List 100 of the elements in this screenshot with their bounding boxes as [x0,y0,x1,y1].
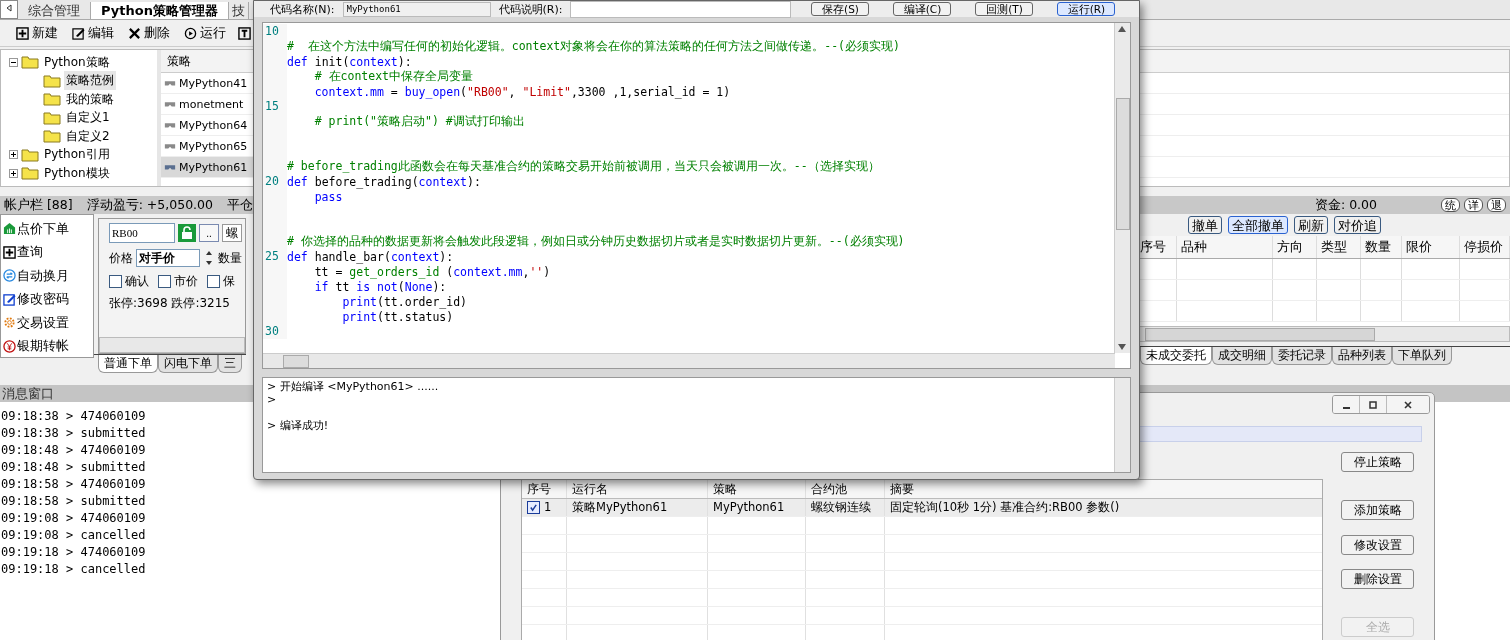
checkbox[interactable] [527,501,540,514]
dialog-button[interactable]: 停止策略 [1341,452,1414,472]
tab[interactable]: 品种列表 [1332,347,1392,365]
table-cell: MyPython61 [708,499,806,516]
quantity-label: 数量 [218,249,242,267]
edit-icon [3,292,16,306]
expander-icon[interactable] [9,168,18,178]
expander-icon[interactable] [9,150,18,160]
tab[interactable]: 闪电下单 [158,355,218,373]
browse-button[interactable]: .. [199,224,219,242]
order-button[interactable]: 对价追 [1334,216,1381,234]
account-button[interactable]: 退 [1487,198,1506,212]
checkbox[interactable] [109,275,122,288]
tree-item[interactable]: Python模块 [42,163,112,183]
code-line: # 在context中保存全局变量 [313,69,473,84]
code-line: # 你选择的品种的数据更新将会触发此段逻辑，例如日或分钟历史数据切片或者是实时数据切片更新。--(必须实现) [287,234,905,249]
toolbar-button[interactable]: 编辑 [70,23,116,43]
code-line: def before_trading(context): [287,174,481,189]
tree-item[interactable]: Python引用 [42,145,112,165]
nav-item[interactable]: 点价下单 [1,217,93,241]
tree-item[interactable]: 自定义2 [64,126,112,146]
code-editor[interactable] [262,22,1131,369]
column-header: 数量 [1360,236,1402,258]
maximize-button[interactable] [1360,396,1387,413]
scroll-left-button[interactable] [0,0,18,19]
order-button[interactable]: 刷新 [1294,216,1328,234]
up-arrow-icon[interactable] [1118,26,1126,32]
line-number: 10 [263,24,287,39]
toolbar-button[interactable]: 运行 [182,23,228,43]
scrollbar[interactable] [1114,23,1130,353]
folder-icon [43,73,61,88]
play-icon [184,26,197,40]
contract-field[interactable]: 螺 [222,224,242,242]
checkbox[interactable] [207,275,220,288]
tree-item[interactable]: 策略范例 [64,71,116,91]
name-field[interactable]: MyPython61 [342,1,491,17]
table-cell-text: 固定轮询(10秒 1分) 基准合约:RB00 参数() [889,499,1121,516]
lock-icon[interactable] [178,224,196,242]
swap-icon [3,269,16,283]
scrollbar[interactable] [263,353,1115,368]
dialog-button[interactable]: 运行(R) [1057,2,1116,16]
code-line: context.mm = buy_open("RB00", "Limit",3300 ,1,serial_id = 1) [313,84,731,99]
maximize-icon [1368,399,1378,410]
tree-item[interactable]: 我的策略 [64,89,116,109]
dialog-button[interactable]: 编译(C) [893,2,952,16]
down-arrow-icon[interactable] [1118,344,1126,350]
column-header: 类型 [1316,236,1361,258]
minimize-button[interactable] [1333,396,1360,413]
tab[interactable]: 技 [228,2,249,19]
account-button[interactable]: 统 [1441,198,1460,212]
log-line: 09:18:58 > 474060109 [0,476,146,493]
tree-item[interactable]: 自定义1 [64,108,112,128]
line-number: 15 [263,99,287,114]
tab[interactable]: Python策略管理器 [91,2,229,19]
price-type-field[interactable]: 对手价 [136,249,200,267]
nav-item[interactable]: 银期转帐 [1,334,93,358]
edit-icon [72,26,85,40]
dialog-button[interactable]: 添加策略 [1341,500,1414,520]
symbol-field[interactable]: RB00 [109,223,175,243]
account-button[interactable]: 详 [1464,198,1483,212]
checkbox[interactable] [158,275,171,288]
order-button[interactable]: 撤单 [1188,216,1222,234]
nav-item[interactable]: 修改密码 [1,287,93,311]
log-line: 09:19:08 > cancelled [0,527,146,544]
scrollbar[interactable] [1114,378,1130,472]
close-button[interactable] [1387,396,1429,413]
table-cell: 螺纹钢连续 [806,499,885,516]
order-button[interactable]: 全部撤单 [1228,216,1288,234]
folder-icon [21,55,39,70]
tree-item[interactable]: Python策略 [42,52,112,72]
tab[interactable]: 委托记录 [1272,347,1332,365]
folder-icon [43,129,61,144]
dialog-button[interactable]: 修改设置 [1341,535,1414,555]
tab[interactable]: 下单队列 [1392,347,1452,365]
nav-item[interactable]: 查询 [1,240,93,264]
toolbar-button[interactable]: 删除 [126,23,172,43]
log-line: 09:18:38 > 474060109 [0,408,146,425]
tab[interactable]: 未成交委托 [1140,347,1212,365]
code-line: def handle_bar(context): [287,249,454,264]
checkbox-label: 保 [223,273,235,290]
field-label: 代码说明(R): [498,1,563,17]
code-line: print(tt.status) [341,309,454,324]
log-line: 09:18:48 > 474060109 [0,442,146,459]
nav-item[interactable]: 交易设置 [1,311,93,335]
gamepad-icon [164,99,176,109]
expander-icon[interactable] [9,57,18,67]
description-field[interactable] [570,0,792,18]
dialog-button[interactable]: 删除设置 [1341,569,1414,589]
list-item[interactable]: MyPython61 [161,157,253,178]
tab[interactable]: 成交明细 [1212,347,1272,365]
nav-item[interactable]: 自动换月 [1,264,93,288]
dialog-button[interactable]: 保存(S) [811,2,870,16]
scrollbar[interactable] [99,337,245,353]
dialog-button[interactable]: 回测(T) [975,2,1034,16]
tab[interactable]: 普通下单 [98,355,158,373]
code-line: tt = get_orders_id (context.mm,'') [313,264,551,279]
text-icon[interactable] [238,26,251,40]
toolbar-button[interactable]: 新建 [14,23,60,43]
tab[interactable]: 三 [218,355,242,373]
plus-icon [3,245,16,259]
